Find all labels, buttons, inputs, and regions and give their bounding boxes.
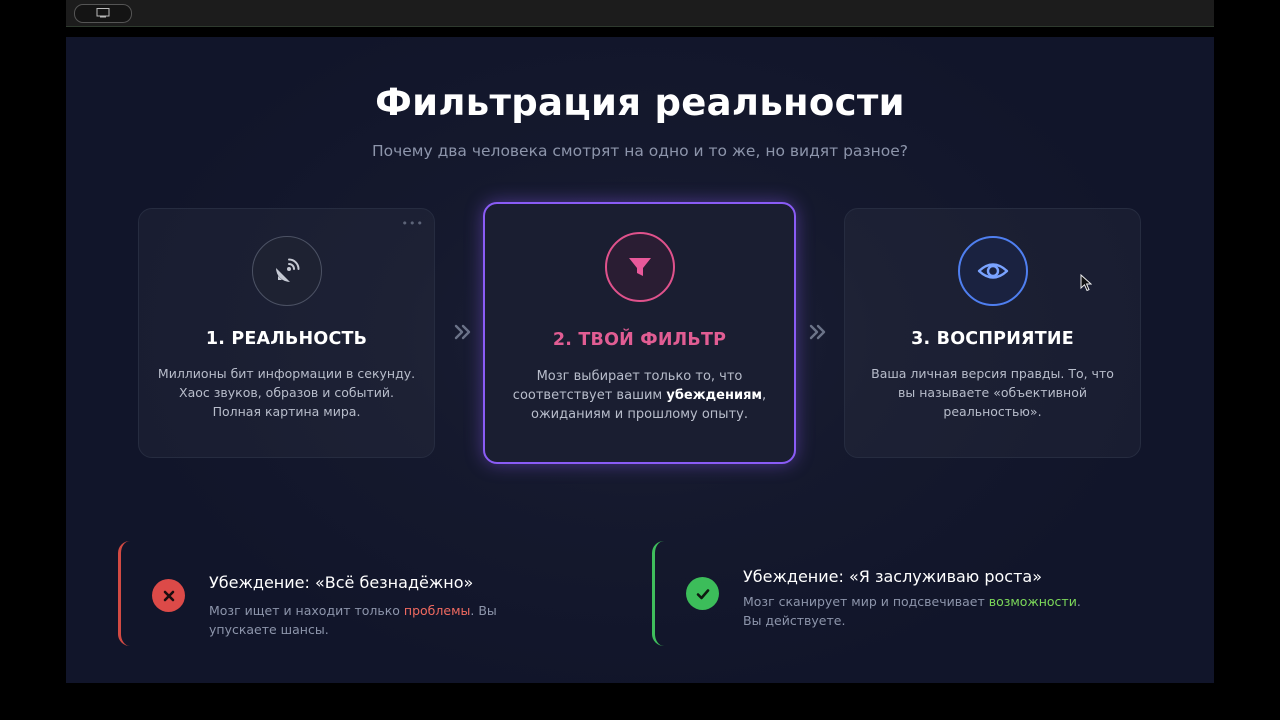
highlight-problems: проблемы <box>403 603 471 618</box>
slide-subtitle: Почему два человека смотрят на одно и то… <box>371 142 909 160</box>
belief-hopeless: Убеждение: «Всё безнадёжно» Мозг ищет и … <box>118 541 558 646</box>
double-chevron-right-icon <box>454 324 471 340</box>
card-reality[interactable]: ••• 1. РЕАЛЬНОСТЬ Миллионы бит информаци… <box>138 208 435 458</box>
screen-share-button[interactable] <box>74 4 132 23</box>
highlight-beliefs: убеждениям <box>666 388 763 403</box>
slide-title: Фильтрация реальности <box>375 81 905 124</box>
cross-icon <box>152 579 185 612</box>
card-perception[interactable]: 3. ВОСПРИЯТИЕ Ваша личная версия правды.… <box>844 208 1141 458</box>
card-title: 3. ВОСПРИЯТИЕ <box>911 329 1074 349</box>
window-topbar <box>66 0 1214 27</box>
presentation-slide: Фильтрация реальности Почему два человек… <box>66 37 1214 683</box>
check-icon <box>686 577 719 610</box>
card-text: Мозг выбирает только то, что соответству… <box>512 369 767 422</box>
satellite-dish-icon <box>251 236 322 306</box>
belief-text: Мозг сканирует мир и подсвечивает возмож… <box>743 594 1081 628</box>
monitor-icon <box>96 8 110 18</box>
funnel-icon <box>604 232 675 302</box>
belief-title: Убеждение: «Всё безнадёжно» <box>209 573 474 592</box>
belief-title: Убеждение: «Я заслуживаю роста» <box>743 567 1043 586</box>
belief-text: Мозг ищет и находит только проблемы. Вы … <box>209 603 497 637</box>
mouse-cursor-icon <box>1080 274 1092 292</box>
card-text: Ваша личная версия правды. То, что вы на… <box>871 366 1114 419</box>
card-filter[interactable]: 2. ТВОЙ ФИЛЬТР Мозг выбирает только то, … <box>483 202 796 464</box>
highlight-opportunities: возможности <box>988 594 1077 609</box>
card-title: 1. РЕАЛЬНОСТЬ <box>205 329 368 349</box>
card-menu-icon[interactable]: ••• <box>402 217 424 230</box>
accent-bar <box>652 541 664 646</box>
eye-icon <box>957 236 1028 306</box>
card-text: Миллионы бит информации в секунду. Хаос … <box>157 366 416 419</box>
belief-growth: Убеждение: «Я заслуживаю роста» Мозг ска… <box>652 541 1092 646</box>
card-title: 2. ТВОЙ ФИЛЬТР <box>552 330 727 350</box>
double-chevron-right-icon <box>809 324 826 340</box>
accent-bar <box>118 541 130 646</box>
